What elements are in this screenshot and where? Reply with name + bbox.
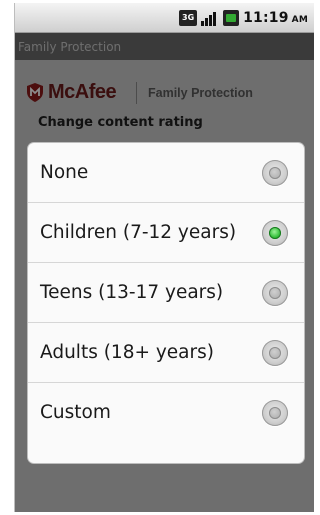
status-time-ampm: AM <box>291 14 308 25</box>
network-3g-icon: 3G <box>179 9 198 26</box>
status-time-value: 11:19 <box>243 9 289 26</box>
option-label: Custom <box>40 402 111 423</box>
content-rating-dialog: None Children (7-12 years) Teens (13-17 … <box>28 143 304 463</box>
option-none[interactable]: None <box>28 143 304 203</box>
radio-indicator <box>269 167 281 179</box>
radio-indicator <box>269 287 281 299</box>
radio-button-selected-icon[interactable] <box>262 220 288 246</box>
radio-button-icon[interactable] <box>262 160 288 186</box>
signal-strength-icon <box>201 10 219 26</box>
option-children[interactable]: Children (7-12 years) <box>28 203 304 263</box>
option-custom[interactable]: Custom <box>28 383 304 443</box>
status-bar: 3G 11:19 AM <box>14 3 314 33</box>
radio-button-icon[interactable] <box>262 280 288 306</box>
option-label: None <box>40 162 89 183</box>
radio-button-icon[interactable] <box>262 400 288 426</box>
device-frame: 3G 11:19 AM Family Protection McAfee Fam… <box>0 0 315 515</box>
option-label: Teens (13-17 years) <box>40 282 224 303</box>
status-time: 11:19 AM <box>243 10 308 26</box>
screen-edge <box>14 3 15 512</box>
radio-indicator <box>269 407 281 419</box>
option-teens[interactable]: Teens (13-17 years) <box>28 263 304 323</box>
radio-button-icon[interactable] <box>262 340 288 366</box>
option-label: Children (7-12 years) <box>40 222 237 243</box>
battery-icon <box>223 9 240 26</box>
option-label: Adults (18+ years) <box>40 342 214 363</box>
phone-screen: 3G 11:19 AM Family Protection McAfee Fam… <box>14 3 314 512</box>
radio-indicator <box>269 347 281 359</box>
radio-indicator <box>269 227 281 239</box>
option-adults[interactable]: Adults (18+ years) <box>28 323 304 383</box>
